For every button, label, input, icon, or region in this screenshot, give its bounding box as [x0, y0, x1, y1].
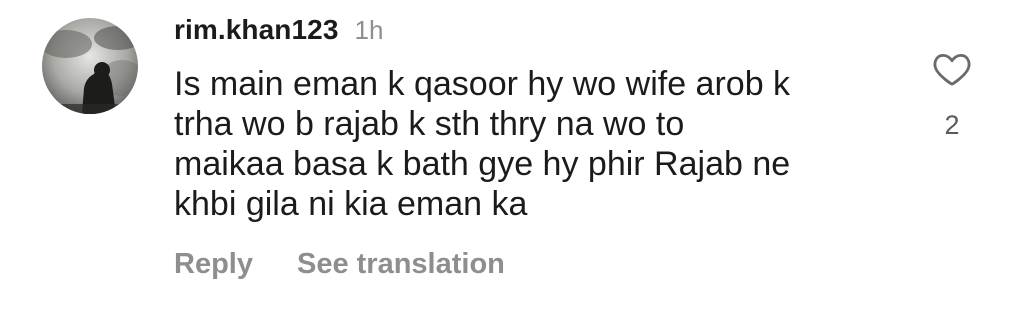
comment-timestamp: 1h — [354, 15, 384, 45]
comment-text-line: khbi gila ni kia eman ka — [174, 185, 528, 223]
comment-text-line: maikaa basa k bath gye hy phir Rajab ne — [174, 145, 791, 183]
comment-header: rim.khan123 1h — [174, 14, 383, 50]
comment-text-line: Is main eman k qasoor hy wo wife arob k — [174, 65, 791, 103]
see-translation-button[interactable]: See translation — [297, 248, 505, 281]
like-control: 2 — [924, 48, 980, 141]
heart-outline-icon[interactable] — [930, 48, 974, 90]
comment-text: Is main eman k qasoor hy wo wife arob k … — [174, 64, 894, 224]
reply-button[interactable]: Reply — [174, 248, 253, 281]
comment-text-line: trha wo b rajab k sth thry na wo to — [174, 105, 685, 143]
avatar[interactable] — [42, 18, 138, 114]
comment-actions: Reply See translation — [174, 248, 505, 281]
avatar-image — [42, 18, 138, 114]
comment-item: rim.khan123 1h Is main eman k qasoor hy … — [0, 0, 1024, 312]
like-count: 2 — [944, 110, 960, 140]
username[interactable]: rim.khan123 — [174, 14, 339, 46]
